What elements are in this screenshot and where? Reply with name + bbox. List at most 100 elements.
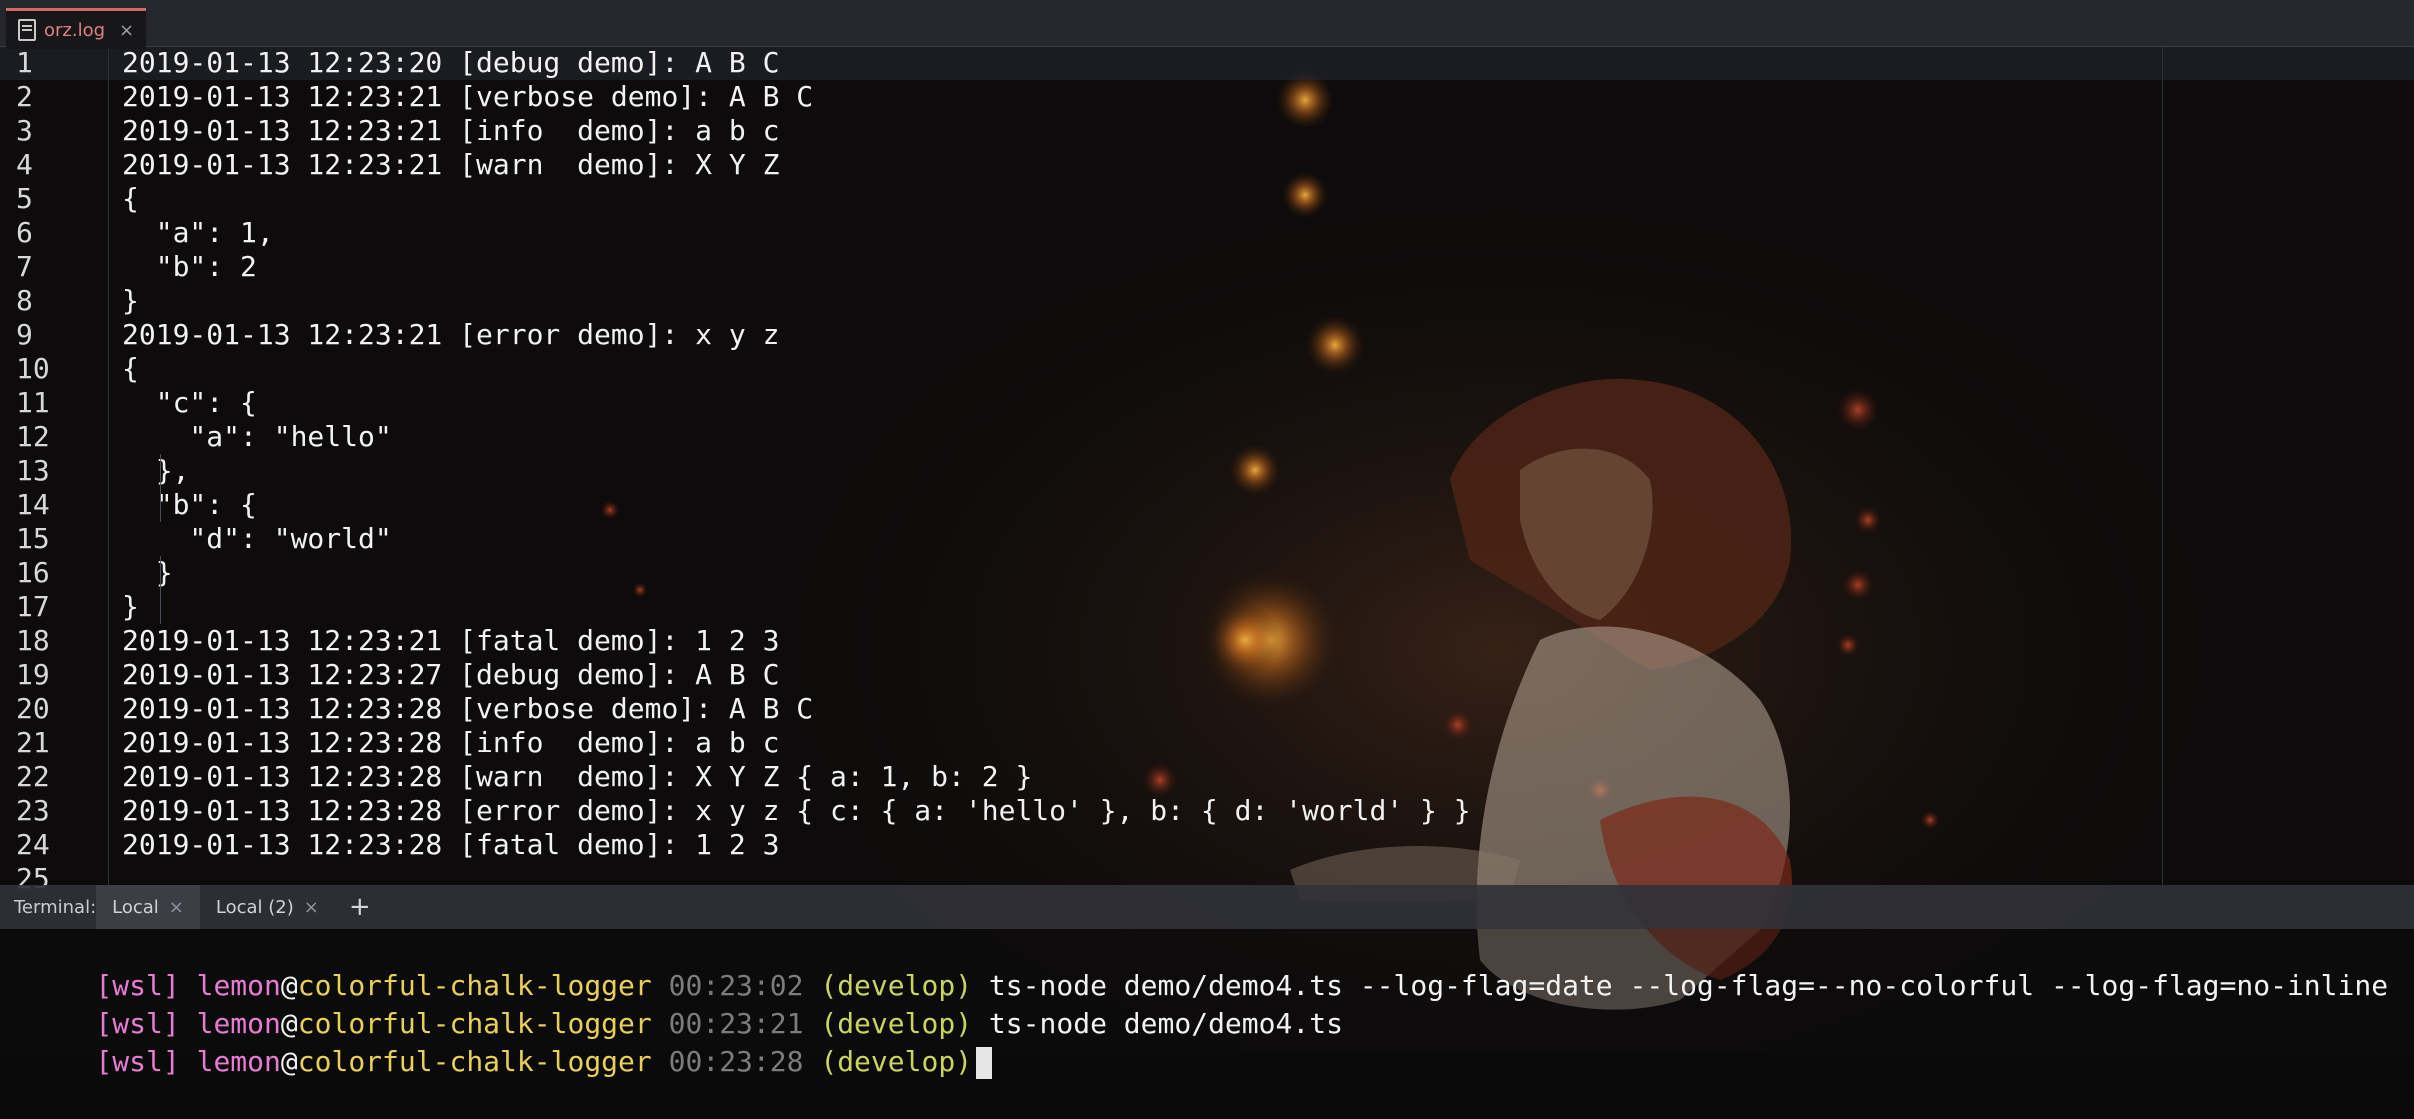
line-number: 3: [16, 114, 33, 147]
code-editor[interactable]: 1 2019-01-13 12:23:20 [debug demo]: A B C…: [0, 46, 2414, 895]
line-number: 9: [16, 318, 33, 351]
indent-guide: [160, 454, 161, 522]
line-number: 10: [16, 352, 50, 385]
line-text: }: [122, 556, 173, 589]
editor-line[interactable]: 15 "d": "world": [0, 522, 2162, 556]
line-text: 2019-01-13 12:23:21 [verbose demo]: A B …: [122, 80, 814, 113]
line-number: 8: [16, 284, 33, 317]
editor-line[interactable]: 23 2019-01-13 12:23:28 [error demo]: x y …: [0, 794, 2162, 828]
line-number: 7: [16, 250, 33, 283]
line-text: 2019-01-13 12:23:21 [fatal demo]: 1 2 3: [122, 624, 780, 657]
indent-guide: [160, 556, 161, 624]
terminal-label: Terminal:: [14, 896, 97, 918]
editor-line[interactable]: 20 2019-01-13 12:23:28 [verbose demo]: A …: [0, 692, 2162, 726]
editor-line[interactable]: 1 2019-01-13 12:23:20 [debug demo]: A B C: [0, 46, 2162, 80]
line-number: 13: [16, 454, 50, 487]
line-text: {: [122, 352, 139, 385]
line-number: 16: [16, 556, 50, 589]
prompt-env: [wsl]: [95, 1045, 180, 1078]
prompt-at: @: [280, 1045, 298, 1078]
line-text: {: [122, 182, 139, 215]
editor-line[interactable]: 14 "b": {: [0, 488, 2162, 522]
line-number: 17: [16, 590, 50, 623]
terminal-prompt-line: [wsl] lemon@colorful-chalk-logger 00:23:…: [28, 929, 2388, 1002]
line-number: 4: [16, 148, 33, 181]
line-number: 19: [16, 658, 50, 691]
editor-line[interactable]: 11 "c": {: [0, 386, 2162, 420]
line-text: "a": 1,: [122, 216, 274, 249]
line-text: 2019-01-13 12:23:28 [warn demo]: X Y Z {…: [122, 760, 1033, 793]
line-number: 11: [16, 386, 50, 419]
close-icon[interactable]: ×: [119, 20, 134, 41]
line-text: "b": {: [122, 488, 257, 521]
editor-line[interactable]: 10 {: [0, 352, 2162, 386]
close-icon[interactable]: ×: [304, 897, 319, 918]
line-text: 2019-01-13 12:23:20 [debug demo]: A B C: [122, 46, 780, 79]
terminal-output[interactable]: [wsl] lemon@colorful-chalk-logger 00:23:…: [0, 929, 2414, 1079]
line-number: 15: [16, 522, 50, 555]
line-number: 14: [16, 488, 50, 521]
line-number: 5: [16, 182, 33, 215]
line-number: 21: [16, 726, 50, 759]
terminal-tab-label: Local (2): [215, 896, 294, 918]
line-number: 1: [16, 46, 33, 79]
right-margin-guide: [2162, 46, 2163, 885]
terminal-tab-bar: Terminal: Local × Local (2) × +: [0, 885, 2414, 929]
editor-line[interactable]: 22 2019-01-13 12:23:28 [warn demo]: X Y Z…: [0, 760, 2162, 794]
line-number: 2: [16, 80, 33, 113]
line-text: 2019-01-13 12:23:21 [info demo]: a b c: [122, 114, 780, 147]
editor-line[interactable]: 2 2019-01-13 12:23:21 [verbose demo]: A B…: [0, 80, 2162, 114]
line-number: 12: [16, 420, 50, 453]
line-text: 2019-01-13 12:23:27 [debug demo]: A B C: [122, 658, 780, 691]
editor-line[interactable]: 18 2019-01-13 12:23:21 [fatal demo]: 1 2 …: [0, 624, 2162, 658]
editor-line[interactable]: 5{: [0, 182, 2162, 216]
line-text: "d": "world": [122, 522, 392, 555]
editor-tab-bar: orz.log ×: [0, 0, 2414, 49]
line-number: 24: [16, 828, 50, 861]
terminal-prompt-line: [wsl] lemon@colorful-chalk-logger 00:23:…: [28, 967, 1343, 1040]
editor-line[interactable]: 7 "b": 2: [0, 250, 2162, 284]
editor-line[interactable]: 9 2019-01-13 12:23:21 [error demo]: x y z: [0, 318, 2162, 352]
close-icon[interactable]: ×: [169, 897, 184, 918]
line-text: 2019-01-13 12:23:28 [error demo]: x y z …: [122, 794, 1471, 827]
line-number: 20: [16, 692, 50, 725]
document-icon: [18, 19, 36, 41]
line-text: 2019-01-13 12:23:21 [warn demo]: X Y Z: [122, 148, 780, 181]
prompt-time: 00:23:28: [668, 1045, 804, 1078]
line-number: 6: [16, 216, 33, 249]
tab-filename: orz.log: [44, 19, 106, 41]
editor-line[interactable]: 17}: [0, 590, 2162, 624]
line-text: }: [122, 590, 139, 623]
line-text: 2019-01-13 12:23:28 [verbose demo]: A B …: [122, 692, 814, 725]
editor-line[interactable]: 19 2019-01-13 12:23:27 [debug demo]: A B …: [0, 658, 2162, 692]
line-number: 23: [16, 794, 50, 827]
editor-line[interactable]: 6 "a": 1,: [0, 216, 2162, 250]
editor-line[interactable]: 3 2019-01-13 12:23:21 [info demo]: a b c: [0, 114, 2162, 148]
prompt-user: lemon: [196, 1045, 281, 1078]
line-number: 22: [16, 760, 50, 793]
line-text: 2019-01-13 12:23:21 [error demo]: x y z: [122, 318, 780, 351]
add-terminal-button[interactable]: +: [335, 892, 385, 922]
terminal-tab-local-2[interactable]: Local (2) ×: [200, 885, 335, 929]
line-text: 2019-01-13 12:23:28 [info demo]: a b c: [122, 726, 780, 759]
editor-line[interactable]: 12 "a": "hello": [0, 420, 2162, 454]
line-text: }: [122, 284, 139, 317]
tab-orz-log[interactable]: orz.log ×: [6, 8, 147, 49]
prompt-branch: (develop): [820, 1045, 973, 1078]
line-text: 2019-01-13 12:23:28 [fatal demo]: 1 2 3: [122, 828, 780, 861]
terminal-tab-local[interactable]: Local ×: [96, 885, 200, 929]
line-text: },: [122, 454, 190, 487]
editor-line[interactable]: 21 2019-01-13 12:23:28 [info demo]: a b c: [0, 726, 2162, 760]
line-text: "c": {: [122, 386, 257, 419]
terminal-tab-label: Local: [112, 896, 159, 918]
editor-line[interactable]: 16 }: [0, 556, 2162, 590]
line-number: 18: [16, 624, 50, 657]
line-text: "a": "hello": [122, 420, 392, 453]
line-text: "b": 2: [122, 250, 257, 283]
editor-line[interactable]: 13 },: [0, 454, 2162, 488]
terminal-prompt-line: [wsl] lemon@colorful-chalk-logger 00:23:…: [28, 1005, 993, 1079]
editor-line[interactable]: 8}: [0, 284, 2162, 318]
prompt-host: colorful-chalk-logger: [297, 1045, 652, 1078]
editor-line[interactable]: 4 2019-01-13 12:23:21 [warn demo]: X Y Z: [0, 148, 2162, 182]
editor-line[interactable]: 24 2019-01-13 12:23:28 [fatal demo]: 1 2 …: [0, 828, 2162, 862]
